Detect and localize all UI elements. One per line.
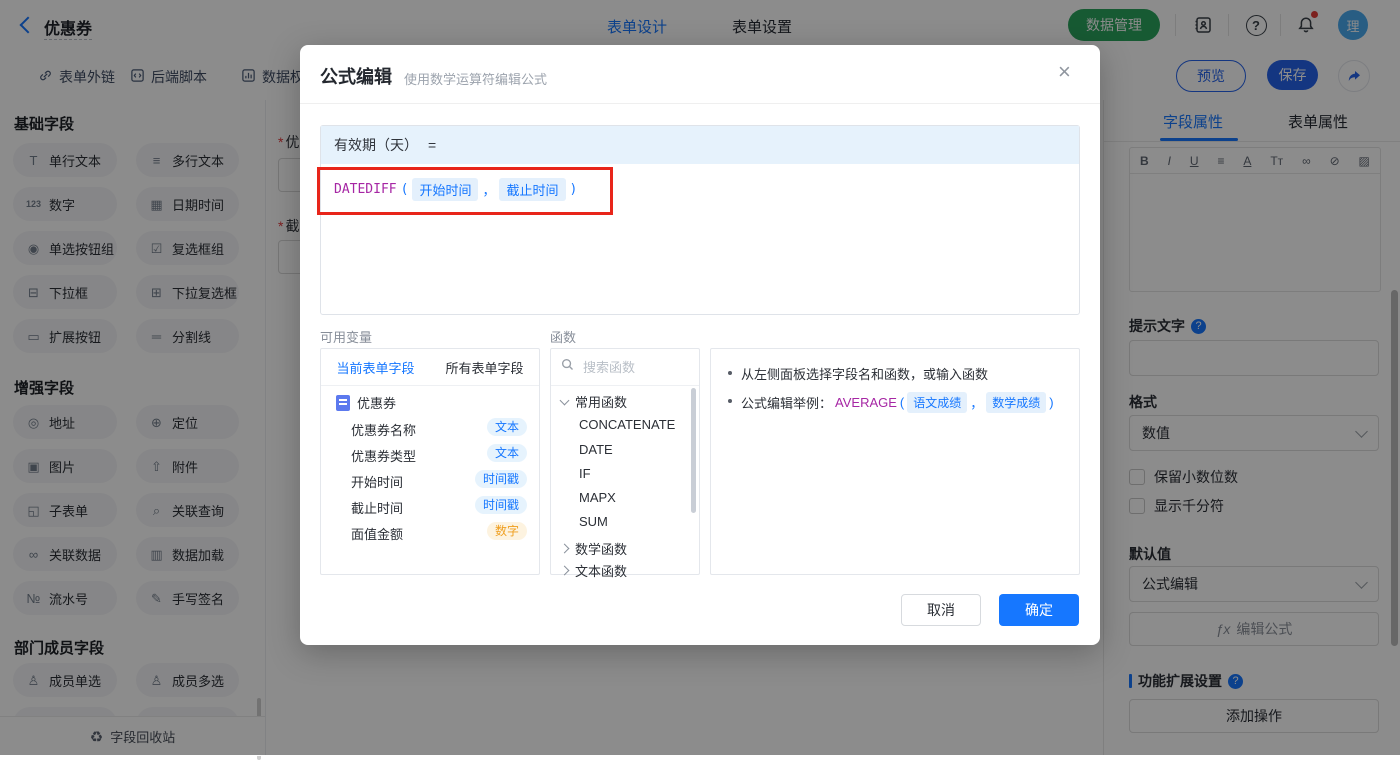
chevron-right-icon — [559, 565, 570, 576]
tab-current-form-fields[interactable]: 当前表单字段 — [321, 358, 430, 377]
function-item[interactable]: SUM — [579, 514, 608, 529]
variable-row[interactable]: 开始时间 — [351, 472, 403, 491]
formula-editor-area[interactable]: 有效期（天） = DATEDIFF ( 开始时间 ， 截止时间 ) — [320, 125, 1080, 315]
variables-panel: 当前表单字段 所有表单字段 优惠券 优惠券名称 文本 优惠券类型 文本 开始时间… — [320, 348, 540, 575]
bullet-icon — [728, 399, 732, 403]
modal-title: 公式编辑 — [320, 67, 392, 87]
search-input[interactable] — [581, 358, 685, 376]
functions-panel: 常用函数 CONCATENATE DATE IF MAPX SUM 数学函数 文… — [550, 348, 700, 579]
tab-all-form-fields[interactable]: 所有表单字段 — [430, 358, 539, 377]
variable-row[interactable]: 优惠券类型 — [351, 446, 416, 465]
form-doc-icon — [336, 394, 350, 411]
formula-editor-modal: 公式编辑 使用数学运算符编辑公式 × 有效期（天） = DATEDIFF ( 开… — [300, 45, 1100, 645]
function-item[interactable]: IF — [579, 466, 591, 481]
example-chip: 语文成绩 — [907, 392, 968, 413]
hint-line-2: 公式编辑举例： AVERAGE ( 语文成绩 ， 数学成绩 ) — [728, 392, 1054, 413]
variables-tabs: 当前表单字段 所有表单字段 — [321, 349, 539, 386]
chevron-down-icon — [559, 395, 570, 405]
variables-label: 可用变量 — [320, 330, 373, 345]
functions-label: 函数 — [550, 330, 577, 345]
type-badge: 文本 — [486, 444, 527, 463]
example-chip: 数学成绩 — [986, 392, 1047, 413]
equals-sign: = — [428, 137, 437, 153]
function-search[interactable] — [551, 349, 699, 386]
type-badge: 数字 — [486, 522, 527, 541]
example-function-name: AVERAGE — [835, 395, 897, 410]
function-group-text[interactable]: 文本函数 — [559, 561, 627, 580]
variable-row[interactable]: 优惠券名称 — [351, 420, 416, 439]
type-badge: 时间戳 — [474, 496, 527, 515]
function-group-common[interactable]: 常用函数 — [559, 392, 627, 411]
formula-target: 有效期（天） — [334, 137, 418, 153]
function-item[interactable]: MAPX — [579, 490, 616, 505]
form-tree-root[interactable]: 优惠券 — [336, 393, 396, 412]
function-item[interactable]: DATE — [579, 442, 613, 457]
confirm-button[interactable]: 确定 — [999, 594, 1079, 626]
function-group-math[interactable]: 数学函数 — [559, 539, 627, 558]
function-item[interactable]: CONCATENATE — [579, 417, 675, 432]
variable-row[interactable]: 面值金额 — [351, 524, 403, 543]
bullet-icon — [728, 371, 732, 375]
close-icon[interactable]: × — [1058, 61, 1071, 83]
annotation-box — [317, 167, 613, 215]
hints-panel: 从左侧面板选择字段名和函数，或输入函数 公式编辑举例： AVERAGE ( 语文… — [710, 348, 1080, 575]
formula-target-bar: 有效期（天） = — [321, 126, 1079, 164]
functions-scrollbar[interactable] — [691, 388, 696, 513]
search-icon — [561, 358, 574, 376]
chevron-right-icon — [559, 543, 570, 554]
cancel-button[interactable]: 取消 — [901, 594, 981, 626]
type-badge: 时间戳 — [474, 470, 527, 489]
hint-line-1: 从左侧面板选择字段名和函数，或输入函数 — [728, 364, 988, 383]
header-divider — [300, 103, 1100, 104]
type-badge: 文本 — [486, 418, 527, 437]
modal-subtitle: 使用数学运算符编辑公式 — [404, 72, 548, 87]
variable-row[interactable]: 截止时间 — [351, 498, 403, 517]
